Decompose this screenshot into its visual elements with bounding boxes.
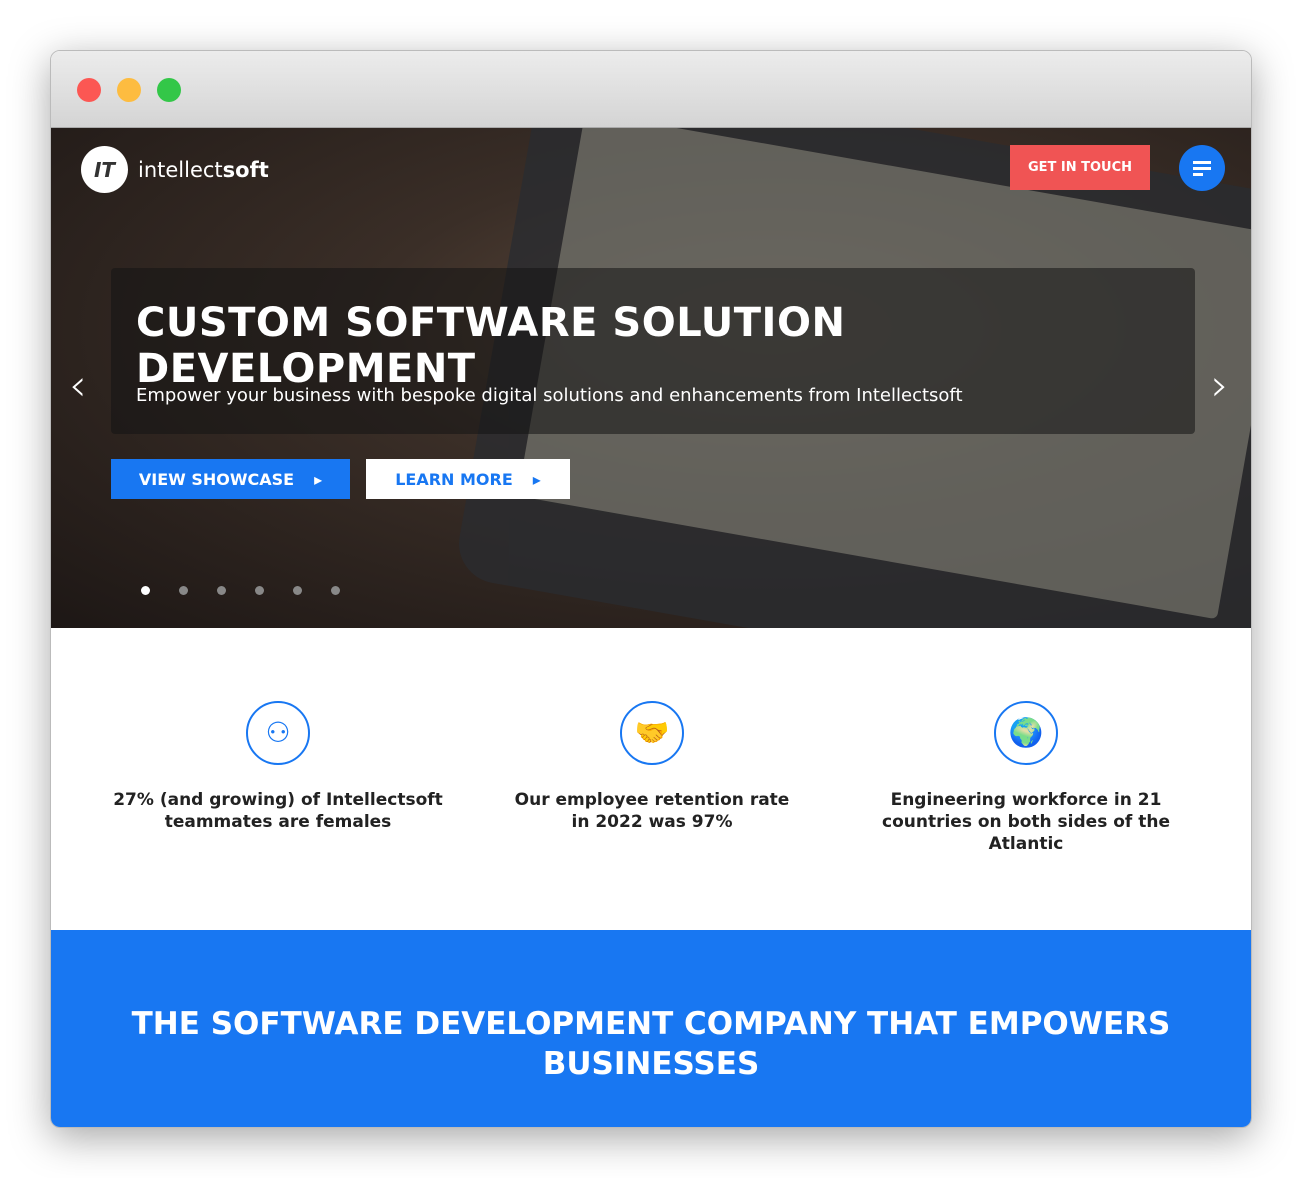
slide-dot[interactable] <box>331 586 340 595</box>
globe-icon: 🌍 <box>994 701 1058 765</box>
slide-dot[interactable] <box>179 586 188 595</box>
handshake-icon: 🤝 <box>620 701 684 765</box>
hero-carousel: IT intellectsoft GET IN TOUCH CUSTOM SOF… <box>51 128 1251 628</box>
slide-indicators <box>141 586 340 595</box>
logo[interactable]: IT intellectsoft <box>81 146 269 193</box>
maximize-button[interactable] <box>157 78 181 102</box>
hero-subtitle: Empower your business with bespoke digit… <box>136 385 963 406</box>
stat-text: Our employee retention rate in 2022 was … <box>514 790 790 832</box>
caret-right-icon: ▸ <box>314 469 323 489</box>
minimize-button[interactable] <box>117 78 141 102</box>
banner-title: THE SOFTWARE DEVELOPMENT COMPANY THAT EM… <box>131 1006 1171 1082</box>
caret-right-icon: ▸ <box>532 469 541 489</box>
slide-dot[interactable] <box>217 586 226 595</box>
button-label: VIEW SHOWCASE <box>138 469 295 489</box>
stat-item: ⚇ 27% (and growing) of Intellectsoft team… <box>113 701 443 833</box>
logo-text-bold: soft <box>222 157 269 182</box>
learn-more-button[interactable]: LEARN MORE ▸ <box>366 459 570 499</box>
hero-title: CUSTOM SOFTWARE SOLUTION DEVELOPMENT <box>136 300 846 392</box>
next-slide-button[interactable]: › <box>1211 360 1229 411</box>
hero-caption: CUSTOM SOFTWARE SOLUTION DEVELOPMENT Emp… <box>111 268 1195 434</box>
stats-section: ⚇ 27% (and growing) of Intellectsoft team… <box>51 628 1251 930</box>
slide-dot[interactable] <box>293 586 302 595</box>
menu-button[interactable] <box>1179 145 1225 191</box>
stat-text: Engineering workforce in 21 countries on… <box>882 790 1170 854</box>
slide-dot[interactable] <box>141 586 150 595</box>
get-in-touch-button[interactable]: GET IN TOUCH <box>1010 145 1150 190</box>
slide-dot[interactable] <box>255 586 264 595</box>
view-showcase-button[interactable]: VIEW SHOWCASE ▸ <box>111 459 350 499</box>
stat-text: 27% (and growing) of Intellectsoft teamm… <box>113 790 443 832</box>
button-label: LEARN MORE <box>395 469 513 489</box>
logo-mark-icon: IT <box>81 146 128 193</box>
logo-text: intellect <box>138 157 223 182</box>
company-banner: THE SOFTWARE DEVELOPMENT COMPANY THAT EM… <box>51 930 1251 1127</box>
title-bar <box>51 51 1251 128</box>
stat-item: 🌍 Engineering workforce in 21 countries o… <box>861 701 1191 855</box>
people-circle-icon: ⚇ <box>246 701 310 765</box>
browser-window: IT intellectsoft GET IN TOUCH CUSTOM SOF… <box>50 50 1252 1128</box>
stat-item: 🤝 Our employee retention rate in 2022 was… <box>487 701 817 833</box>
close-button[interactable] <box>77 78 101 102</box>
prev-slide-button[interactable]: ‹ <box>69 360 87 411</box>
